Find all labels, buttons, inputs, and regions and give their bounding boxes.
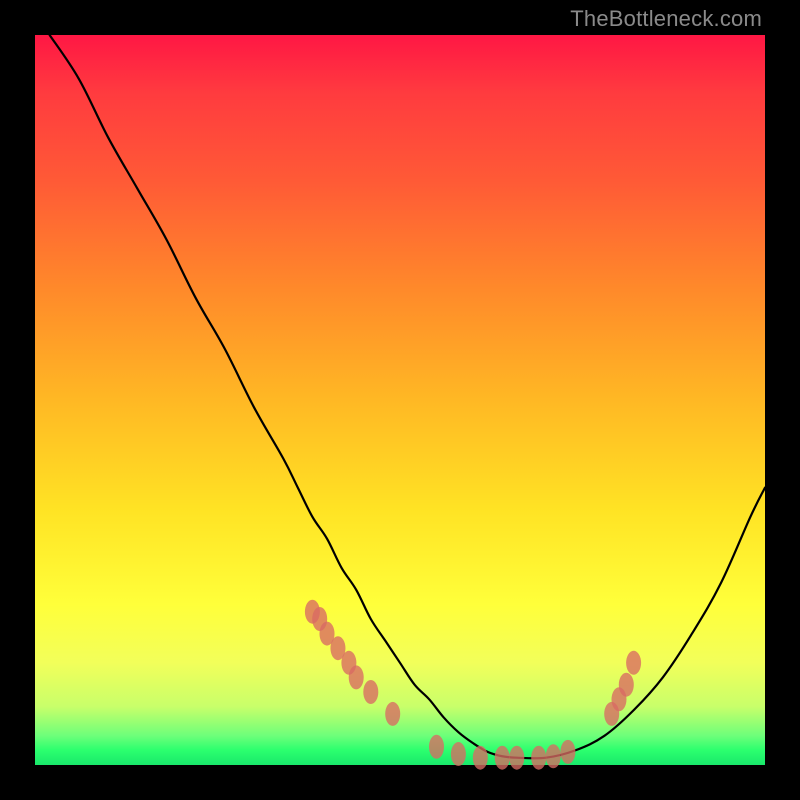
curve-marker	[619, 673, 634, 697]
curve-marker	[495, 746, 510, 770]
curve-path	[50, 35, 765, 758]
curve-marker	[546, 744, 561, 768]
curve-marker	[363, 680, 378, 704]
curve-marker	[560, 740, 575, 764]
bottleneck-curve	[35, 35, 765, 765]
chart-frame: TheBottleneck.com	[0, 0, 800, 800]
curve-marker	[385, 702, 400, 726]
curve-marker	[626, 651, 641, 675]
curve-marker	[473, 746, 488, 770]
curve-marker	[509, 746, 524, 770]
curve-marker	[429, 735, 444, 759]
curve-marker	[531, 746, 546, 770]
curve-marker	[349, 665, 364, 689]
watermark-text: TheBottleneck.com	[570, 6, 762, 32]
curve-marker	[451, 742, 466, 766]
plot-area	[35, 35, 765, 765]
